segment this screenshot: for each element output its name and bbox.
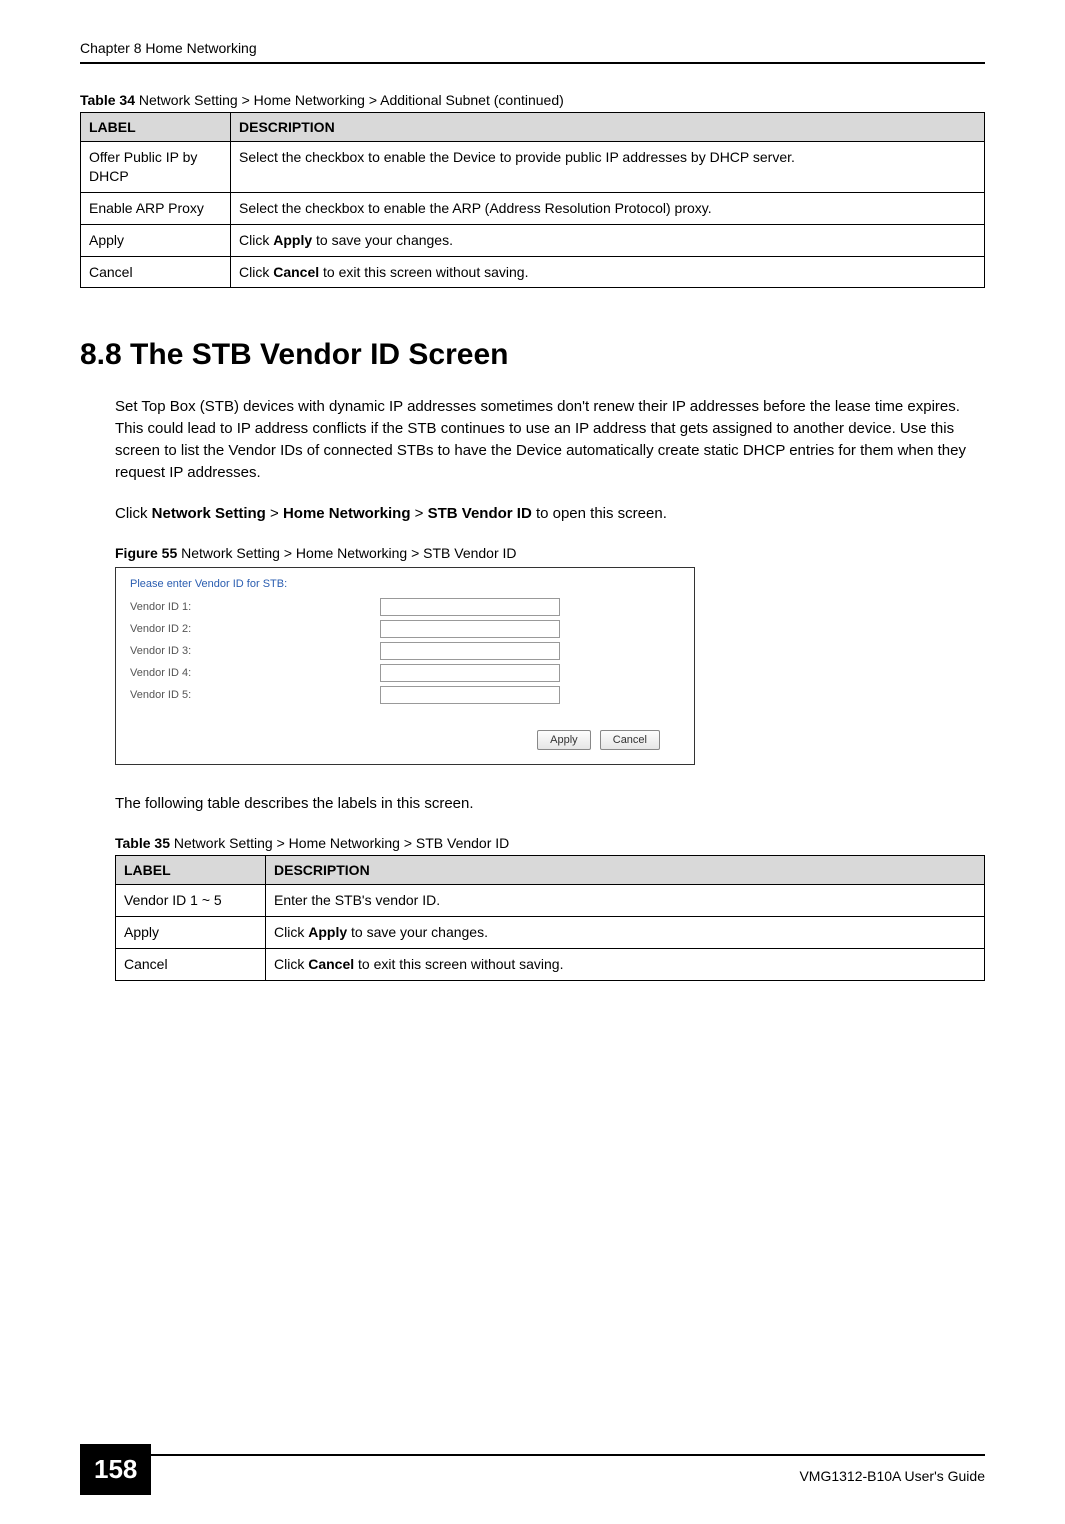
table-row: Apply Click Apply to save your changes. (81, 224, 985, 256)
guide-name: VMG1312-B10A User's Guide (80, 1468, 985, 1484)
table35: LABEL DESCRIPTION Vendor ID 1 ~ 5 Enter … (115, 855, 985, 981)
table34-r2-label: Apply (81, 224, 231, 256)
table34-r0-desc: Select the checkbox to enable the Device… (231, 142, 985, 193)
table34-r2-bold: Apply (273, 232, 312, 248)
table35-r2-post: to exit this screen without saving. (354, 956, 563, 972)
paragraph-1: Set Top Box (STB) devices with dynamic I… (115, 396, 985, 483)
table35-caption: Table 35 Network Setting > Home Networki… (115, 835, 985, 851)
table34-r2-desc: Click Apply to save your changes. (231, 224, 985, 256)
table-row: Cancel Click Cancel to exit this screen … (81, 256, 985, 288)
paragraph-3: The following table describes the labels… (115, 793, 985, 815)
vendor-row-2: Vendor ID 2: (130, 620, 680, 638)
table34-caption-prefix: Table 34 (80, 92, 139, 108)
para2-s1: > (266, 505, 283, 522)
table34-r0-label: Offer Public IP by DHCP (81, 142, 231, 193)
table35-r1-bold: Apply (308, 924, 347, 940)
footer: 158 VMG1312-B10A User's Guide (80, 1454, 985, 1484)
table-row: Vendor ID 1 ~ 5 Enter the STB's vendor I… (116, 884, 985, 916)
screenshot-panel: Please enter Vendor ID for STB: Vendor I… (115, 567, 695, 765)
table34-r1-desc: Select the checkbox to enable the ARP (A… (231, 192, 985, 224)
vendor-row-4: Vendor ID 4: (130, 664, 680, 682)
page-number: 158 (80, 1444, 151, 1495)
table34-header-label: LABEL (81, 113, 231, 142)
table-row: Cancel Click Cancel to exit this screen … (116, 948, 985, 980)
table35-r0-desc: Enter the STB's vendor ID. (266, 884, 985, 916)
table35-r2-desc: Click Cancel to exit this screen without… (266, 948, 985, 980)
table35-caption-text: Network Setting > Home Networking > STB … (174, 835, 509, 851)
para2-post: to open this screen. (532, 505, 667, 522)
table34-r3-pre: Click (239, 264, 273, 280)
table35-r0-label: Vendor ID 1 ~ 5 (116, 884, 266, 916)
table35-r2-label: Cancel (116, 948, 266, 980)
chapter-header: Chapter 8 Home Networking (80, 40, 985, 56)
section-heading: 8.8 The STB Vendor ID Screen (80, 338, 985, 372)
table35-r2-pre: Click (274, 956, 308, 972)
table35-r1-pre: Click (274, 924, 308, 940)
vendor-row-3: Vendor ID 3: (130, 642, 680, 660)
table35-caption-prefix: Table 35 (115, 835, 174, 851)
table35-r1-desc: Click Apply to save your changes. (266, 916, 985, 948)
vendor-input-3[interactable] (380, 642, 560, 660)
table35-r2-bold: Cancel (308, 956, 354, 972)
table34: LABEL DESCRIPTION Offer Public IP by DHC… (80, 112, 985, 288)
table34-r2-pre: Click (239, 232, 273, 248)
vendor-label-4: Vendor ID 4: (130, 667, 380, 679)
table34-r1-label: Enable ARP Proxy (81, 192, 231, 224)
figure-caption: Figure 55 Network Setting > Home Network… (115, 545, 985, 561)
vendor-input-4[interactable] (380, 664, 560, 682)
table34-r3-bold: Cancel (273, 264, 319, 280)
table34-caption: Table 34 Network Setting > Home Networki… (80, 92, 985, 108)
table34-r3-desc: Click Cancel to exit this screen without… (231, 256, 985, 288)
cancel-button[interactable]: Cancel (600, 730, 660, 750)
paragraph-2: Click Network Setting > Home Networking … (115, 503, 985, 525)
table-row: Apply Click Apply to save your changes. (116, 916, 985, 948)
para2-s2: > (410, 505, 427, 522)
vendor-input-5[interactable] (380, 686, 560, 704)
vendor-label-2: Vendor ID 2: (130, 623, 380, 635)
vendor-input-1[interactable] (380, 598, 560, 616)
table-row: Enable ARP Proxy Select the checkbox to … (81, 192, 985, 224)
para2-b1: Network Setting (152, 505, 266, 522)
screenshot-title: Please enter Vendor ID for STB: (130, 578, 680, 590)
figure-caption-text: Network Setting > Home Networking > STB … (181, 545, 516, 561)
table34-header-desc: DESCRIPTION (231, 113, 985, 142)
vendor-row-1: Vendor ID 1: (130, 598, 680, 616)
table34-r3-label: Cancel (81, 256, 231, 288)
table34-r3-post: to exit this screen without saving. (319, 264, 528, 280)
table35-header-label: LABEL (116, 855, 266, 884)
apply-button[interactable]: Apply (537, 730, 591, 750)
vendor-input-2[interactable] (380, 620, 560, 638)
vendor-label-3: Vendor ID 3: (130, 645, 380, 657)
para2-b3: STB Vendor ID (428, 505, 532, 522)
para2-pre: Click (115, 505, 152, 522)
footer-rule (80, 1454, 985, 1456)
vendor-label-1: Vendor ID 1: (130, 601, 380, 613)
table35-r1-post: to save your changes. (347, 924, 488, 940)
table35-header-desc: DESCRIPTION (266, 855, 985, 884)
vendor-row-5: Vendor ID 5: (130, 686, 680, 704)
table-row: Offer Public IP by DHCP Select the check… (81, 142, 985, 193)
figure-caption-prefix: Figure 55 (115, 545, 181, 561)
para2-b2: Home Networking (283, 505, 411, 522)
table35-r1-label: Apply (116, 916, 266, 948)
table34-caption-text: Network Setting > Home Networking > Addi… (139, 92, 564, 108)
header-rule (80, 62, 985, 64)
screenshot-button-row: Apply Cancel (130, 730, 680, 750)
table34-r2-post: to save your changes. (312, 232, 453, 248)
vendor-label-5: Vendor ID 5: (130, 689, 380, 701)
